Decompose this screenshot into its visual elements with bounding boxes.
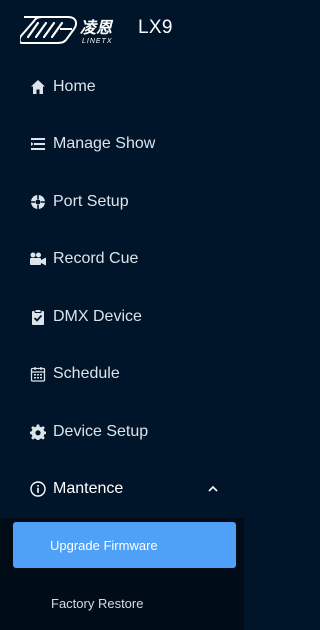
linetx-logo[interactable]: 凌恩 LINETX [20, 13, 124, 45]
menu-label-dmx-device: DMX Device [53, 308, 142, 325]
menu-item-port-setup[interactable]: Port Setup [0, 174, 244, 230]
menu-label-mantence: Mantence [53, 480, 124, 497]
brand-header: 凌恩 LINETX LX9 [0, 0, 244, 56]
info-icon [29, 480, 47, 498]
menu-item-home[interactable]: Home [0, 59, 244, 115]
submenu-item-factory-restore[interactable]: Factory Restore [0, 580, 244, 626]
submenu-item-upgrade-firmware[interactable]: Upgrade Firmware [13, 522, 236, 568]
menu-label-home: Home [53, 78, 96, 95]
port-icon [29, 193, 47, 211]
menu-label-port-setup: Port Setup [53, 193, 129, 210]
menu-label-schedule: Schedule [53, 365, 120, 382]
svg-text:LINETX: LINETX [82, 38, 113, 45]
calendar-icon [29, 365, 47, 383]
sidebar: 凌恩 LINETX LX9 Home Manage Show Port Setu… [0, 0, 244, 630]
menu-item-record-cue[interactable]: Record Cue [0, 231, 244, 287]
menu-item-dmx-device[interactable]: DMX Device [0, 289, 244, 345]
menu-label-device-setup: Device Setup [53, 423, 149, 440]
menu-item-mantence[interactable]: Mantence [0, 461, 244, 517]
home-icon [29, 78, 47, 96]
svg-text:凌恩: 凌恩 [80, 18, 114, 37]
gear-icon [29, 423, 47, 441]
menu-item-manage-show[interactable]: Manage Show [0, 116, 244, 172]
list-icon [29, 135, 47, 153]
menu-label-manage-show: Manage Show [53, 135, 156, 152]
submenu-label-upgrade-firmware: Upgrade Firmware [50, 537, 158, 553]
app-title: LX9 [138, 17, 173, 38]
chevron-up-icon[interactable] [207, 483, 219, 495]
menu-label-record-cue: Record Cue [53, 250, 139, 267]
camera-icon [29, 250, 47, 268]
menu-item-schedule[interactable]: Schedule [0, 346, 244, 402]
clipboard-icon [29, 308, 47, 326]
submenu-label-factory-restore: Factory Restore [51, 595, 144, 611]
menu-item-device-setup[interactable]: Device Setup [0, 404, 244, 460]
